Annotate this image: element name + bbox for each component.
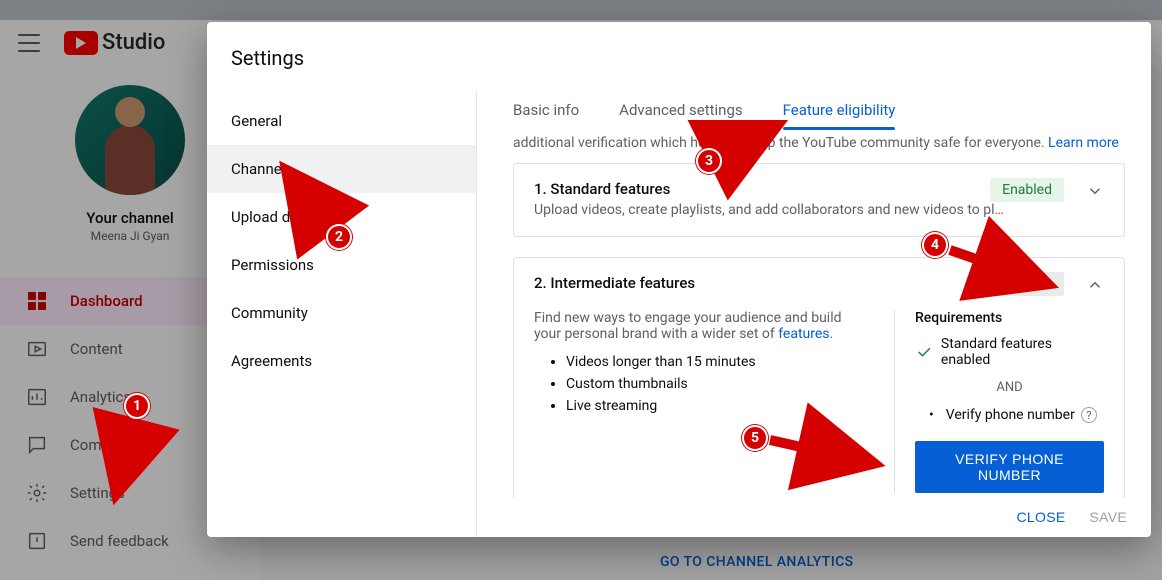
feature-item: Videos longer than 15 minutes — [566, 354, 864, 370]
eligibility-blurb: additional verification which helps us k… — [513, 129, 1125, 163]
requirement-text: Verify phone number — [946, 407, 1075, 423]
side-channel[interactable]: Channel — [207, 145, 476, 193]
modal-main: Basic info Advanced settings Feature eli… — [477, 91, 1151, 537]
modal-title: Settings — [207, 22, 1151, 90]
close-button[interactable]: CLOSE — [1017, 509, 1066, 525]
intermediate-status-badge: Eligible — [995, 272, 1064, 296]
standard-features-card[interactable]: 1. Standard features Upload videos, crea… — [513, 163, 1125, 237]
requirements-title: Requirements — [915, 310, 1104, 326]
side-general[interactable]: General — [207, 97, 476, 145]
features-link[interactable]: features — [778, 326, 829, 342]
check-icon — [915, 343, 933, 361]
requirement-text: Standard features enabled — [941, 336, 1104, 368]
intermediate-features-card: 2. Intermediate features Eligible Find n… — [513, 257, 1125, 498]
learn-more-link[interactable]: Learn more — [1048, 135, 1119, 151]
verify-phone-button[interactable]: VERIFY PHONE NUMBER — [915, 441, 1104, 493]
intermediate-description: Find new ways to engage your audience an… — [534, 310, 864, 493]
tab-advanced-settings[interactable]: Advanced settings — [619, 101, 742, 129]
modal-footer: CLOSE SAVE — [477, 498, 1151, 537]
side-upload-defaults[interactable]: Upload defaults — [207, 193, 476, 241]
save-button[interactable]: SAVE — [1089, 509, 1127, 525]
help-icon[interactable]: ? — [1081, 407, 1097, 423]
feature-item: Custom thumbnails — [566, 376, 864, 392]
requirement-phone: Verify phone number ? — [929, 407, 1104, 423]
modal-tabs: Basic info Advanced settings Feature eli… — [477, 91, 1151, 129]
intermediate-feature-list: Videos longer than 15 minutes Custom thu… — [566, 354, 864, 414]
side-permissions[interactable]: Permissions — [207, 241, 476, 289]
modal-sidebar: General Channel Upload defaults Permissi… — [207, 91, 477, 537]
feature-item: Live streaming — [566, 398, 864, 414]
requirements-and: AND — [915, 380, 1104, 395]
chevron-down-icon[interactable] — [1086, 182, 1104, 204]
requirements-panel: Requirements Standard features enabled A… — [894, 310, 1104, 493]
standard-status-badge: Enabled — [990, 178, 1064, 202]
chevron-up-icon[interactable] — [1086, 276, 1104, 298]
tab-feature-eligibility[interactable]: Feature eligibility — [783, 101, 896, 129]
blurb-text: additional verification which helps us k… — [513, 135, 1048, 151]
side-agreements[interactable]: Agreements — [207, 337, 476, 385]
side-community[interactable]: Community — [207, 289, 476, 337]
tab-basic-info[interactable]: Basic info — [513, 101, 579, 129]
modal-content: additional verification which helps us k… — [477, 129, 1151, 498]
standard-features-desc: Upload videos, create playlists, and add… — [534, 202, 1104, 218]
settings-modal: Settings General Channel Upload defaults… — [207, 22, 1151, 537]
requirement-standard-enabled: Standard features enabled — [915, 336, 1104, 368]
